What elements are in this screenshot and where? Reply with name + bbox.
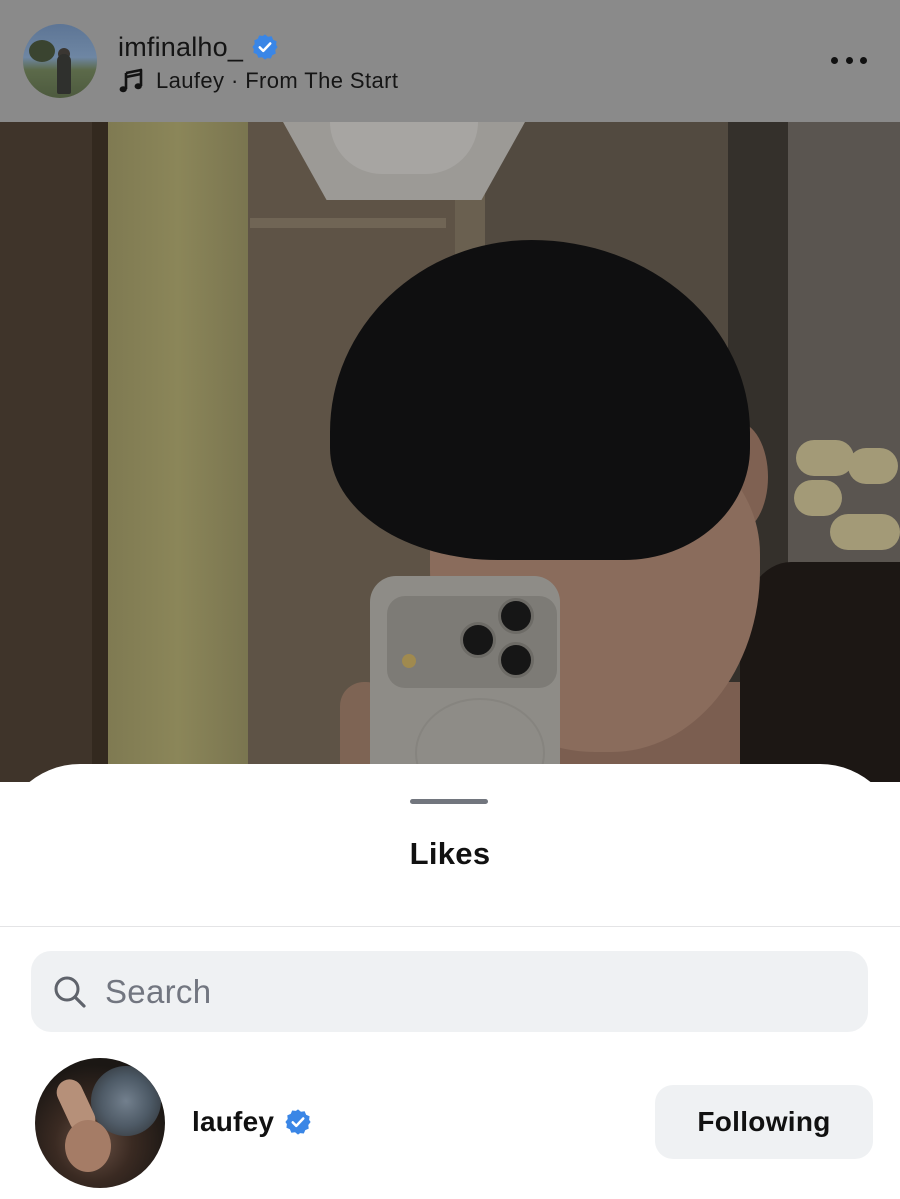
search-input[interactable]: Search <box>31 951 868 1032</box>
more-horizontal-icon <box>831 56 838 64</box>
music-row[interactable]: Laufey · From The Start <box>118 66 398 96</box>
following-button[interactable]: Following <box>655 1085 873 1159</box>
liker-username[interactable]: laufey <box>192 1106 274 1138</box>
avatar[interactable] <box>35 1058 165 1188</box>
list-item[interactable]: laufey Following <box>0 1056 900 1188</box>
verified-badge-icon <box>252 34 278 60</box>
post-username-row: imfinalho_ <box>118 30 279 64</box>
post-header: imfinalho_ Laufey · From The Start <box>0 0 900 122</box>
post-author-avatar[interactable] <box>23 24 97 98</box>
post-photo[interactable] <box>0 122 900 782</box>
sheet-divider <box>0 926 900 927</box>
verified-badge-icon <box>285 1109 311 1135</box>
search-placeholder: Search <box>105 973 212 1010</box>
more-options-button[interactable] <box>826 48 872 72</box>
sheet-drag-handle[interactable] <box>410 799 488 804</box>
post-username[interactable]: imfinalho_ <box>118 32 243 63</box>
liker-name-row: laufey <box>192 1104 312 1140</box>
search-icon <box>54 976 86 1008</box>
music-track-label: Laufey · From The Start <box>156 68 399 93</box>
music-note-icon <box>119 68 143 93</box>
sheet-title: Likes <box>409 836 491 871</box>
